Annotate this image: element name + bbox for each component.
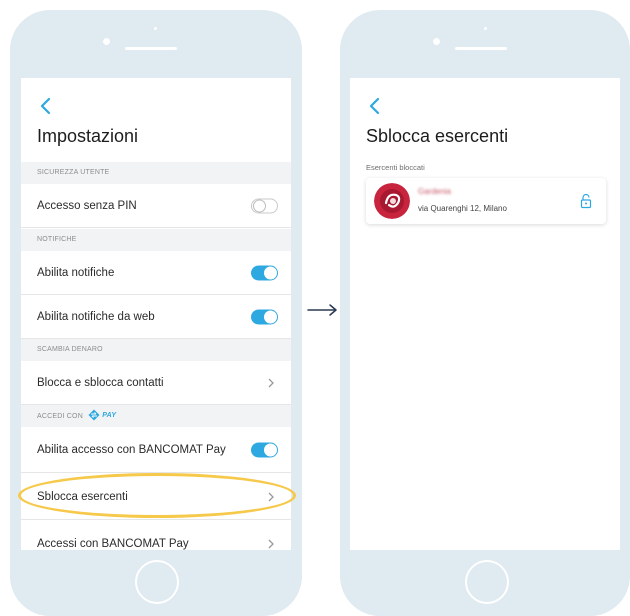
row-enable-bancomat-access[interactable]: Abilita accesso con BANCOMAT Pay: [21, 427, 291, 473]
toggle-knob: [264, 266, 277, 279]
row-bancomat-accesses[interactable]: Accessi con BANCOMAT Pay: [21, 521, 291, 550]
toggle-enable-notifications[interactable]: [251, 265, 278, 280]
sensor: [154, 27, 157, 30]
sensor: [484, 27, 487, 30]
phone-frame-left: Impostazioni SICUREZZA UTENTE Accesso se…: [10, 10, 302, 616]
arrow-right-icon: [307, 304, 337, 316]
toggle-knob: [253, 199, 266, 212]
row-label: Sblocca esercenti: [37, 490, 128, 503]
row-label: Abilita notifiche da web: [37, 311, 155, 323]
section-label: ACCEDI CON: [37, 412, 83, 420]
merchant-logo: [374, 183, 410, 219]
section-header-access: ACCEDI CON PAY: [21, 405, 291, 427]
toggle-pinless-access[interactable]: [251, 198, 278, 213]
home-button[interactable]: [465, 560, 509, 604]
section-header-exchange: SCAMBIA DENARO: [21, 339, 291, 361]
merchant-card[interactable]: Gardenia via Quarenghi 12, Milano: [366, 178, 606, 224]
settings-screen: Impostazioni SICUREZZA UTENTE Accesso se…: [21, 78, 291, 550]
row-enable-notifications[interactable]: Abilita notifiche: [21, 251, 291, 295]
back-chevron-icon[interactable]: [366, 96, 390, 116]
merchant-name: Gardenia: [418, 187, 451, 196]
row-label: Accesso senza PIN: [37, 199, 137, 212]
merchant-address: via Quarenghi 12, Milano: [418, 204, 507, 213]
row-label: Abilita accesso con BANCOMAT Pay: [37, 443, 226, 456]
section-header-notifications: NOTIFICHE: [21, 229, 291, 251]
chevron-right-icon: [268, 378, 274, 387]
pay-badge-text: PAY: [102, 412, 117, 419]
section-header-security: SICUREZZA UTENTE: [21, 162, 291, 184]
back-chevron-icon[interactable]: [37, 96, 61, 116]
camera: [433, 38, 440, 45]
home-button[interactable]: [135, 560, 179, 604]
unlock-merchants-screen: Sblocca esercenti Esercenti bloccati Gar…: [350, 78, 620, 550]
row-label: Blocca e sblocca contatti: [37, 376, 164, 389]
phone-frame-right: Sblocca esercenti Esercenti bloccati Gar…: [340, 10, 630, 616]
chevron-right-icon: [268, 539, 274, 549]
pay-arrows-icon: [88, 409, 100, 421]
row-label: Accessi con BANCOMAT Pay: [37, 538, 189, 550]
row-block-contacts[interactable]: Blocca e sblocca contatti: [21, 361, 291, 405]
toggle-enable-bancomat-access[interactable]: [251, 442, 278, 457]
row-enable-web-notifications[interactable]: Abilita notifiche da web: [21, 296, 291, 339]
toggle-knob: [264, 443, 277, 456]
row-unlock-merchants[interactable]: Sblocca esercenti: [21, 474, 291, 520]
page-title: Impostazioni: [37, 126, 139, 146]
blocked-merchants-label: Esercenti bloccati: [366, 163, 425, 172]
speaker: [125, 47, 177, 50]
chevron-right-icon: [268, 492, 274, 501]
row-label: Abilita notifiche: [37, 266, 115, 279]
row-pinless-access[interactable]: Accesso senza PIN: [21, 184, 291, 228]
camera: [103, 38, 110, 45]
toggle-knob: [264, 310, 277, 324]
bancomat-pay-logo: PAY: [88, 405, 116, 427]
speaker: [455, 47, 507, 50]
toggle-enable-web-notifications[interactable]: [251, 309, 278, 325]
page-title: Sblocca esercenti: [366, 126, 509, 146]
lock-open-icon[interactable]: [580, 193, 592, 209]
